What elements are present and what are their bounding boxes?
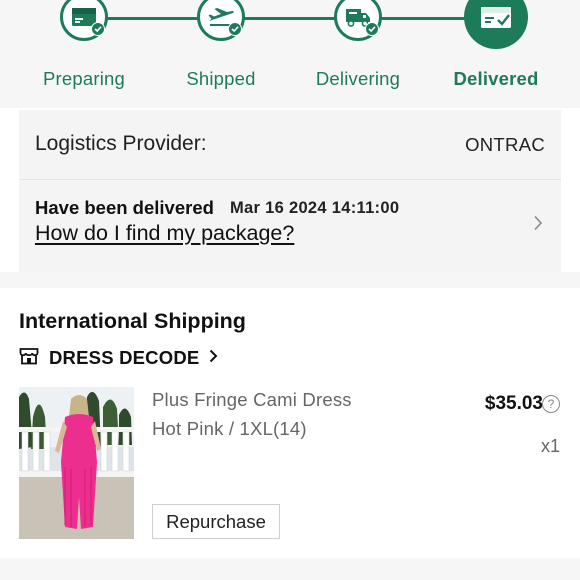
chevron-right-icon[interactable] xyxy=(533,215,543,236)
checkmark-icon xyxy=(365,22,379,36)
section-divider xyxy=(0,558,580,580)
provider-row: Logistics Provider: ONTRAC xyxy=(19,110,561,180)
product-variant: Hot Pink / 1XL(14) xyxy=(152,418,307,439)
delivery-status-row[interactable]: Have been delivered Mar 16 2024 14:11:00… xyxy=(19,181,561,272)
shipping-title: International Shipping xyxy=(19,309,246,333)
question-mark-icon[interactable]: ? xyxy=(542,395,560,413)
step-label-delivered: Delivered xyxy=(453,68,539,89)
product-name[interactable]: Plus Fringe Cami Dress xyxy=(152,389,352,411)
checkmark-icon xyxy=(91,22,105,36)
product-price: $35.03 xyxy=(484,393,543,414)
step-label-delivering: Delivering xyxy=(315,68,401,89)
store-link[interactable]: DRESS DECODE xyxy=(19,344,218,372)
progress-line xyxy=(84,17,496,20)
section-divider xyxy=(0,272,580,288)
logistics-card: Logistics Provider: ONTRAC Have been del… xyxy=(19,110,561,272)
product-quantity: x1 xyxy=(540,436,560,456)
provider-label: Logistics Provider: xyxy=(35,132,207,155)
delivered-box-icon xyxy=(464,0,528,49)
checkmark-icon xyxy=(228,22,242,36)
delivery-timestamp: Mar 16 2024 14:11:00 xyxy=(230,199,400,217)
store-name: DRESS DECODE xyxy=(49,347,200,368)
store-icon xyxy=(19,347,39,370)
chevron-right-icon xyxy=(209,349,218,368)
provider-value: ONTRAC xyxy=(465,134,545,155)
step-label-preparing: Preparing xyxy=(42,68,125,89)
step-label-shipped: Shipped xyxy=(186,68,256,89)
truck-icon xyxy=(334,0,382,41)
airplane-icon xyxy=(197,0,245,41)
box-icon xyxy=(60,0,108,41)
repurchase-button[interactable]: Repurchase xyxy=(152,504,280,539)
delivery-status: Have been delivered xyxy=(35,197,214,218)
find-package-link[interactable]: How do I find my package? xyxy=(35,221,294,246)
product-image[interactable] xyxy=(19,387,134,539)
order-progress-tracker: Preparing Shipped Delivering Delivered xyxy=(0,0,580,108)
